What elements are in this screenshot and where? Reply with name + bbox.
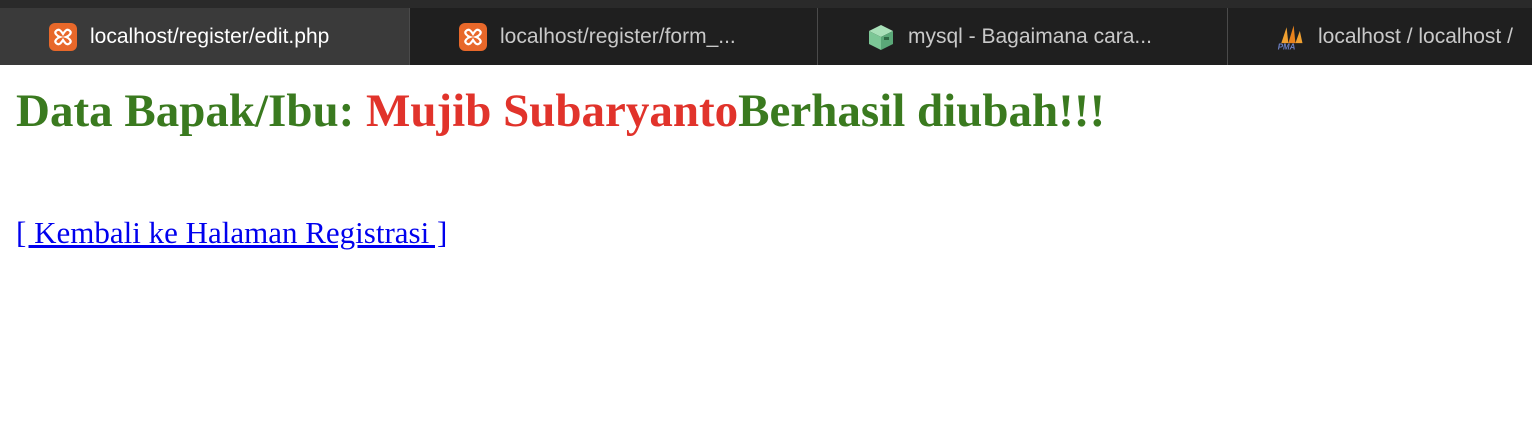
tab-edit-php[interactable]: localhost/register/edit.php [0,8,409,65]
xampp-icon [458,22,488,52]
tab-title: localhost/register/edit.php [90,24,330,48]
tab-title: localhost / localhost / [1318,24,1513,48]
page-content: Data Bapak/Ibu: Mujib SubaryantoBerhasil… [0,85,1532,251]
tab-phpmyadmin[interactable]: PMA localhost / localhost / [1227,8,1532,65]
box-icon [866,22,896,52]
message-suffix: Berhasil diubah!!! [738,85,1106,137]
person-name: Mujib Subaryanto [366,85,739,137]
xampp-icon [48,22,78,52]
phpmyadmin-icon: PMA [1276,22,1306,52]
message-prefix: Data Bapak/Ibu: [16,85,366,137]
tab-title: mysql - Bagaimana cara... [908,24,1152,48]
svg-text:PMA: PMA [1278,42,1296,51]
browser-tab-bar: localhost/register/edit.php localhost/re… [0,0,1532,65]
back-to-registration-link[interactable]: [ Kembali ke Halaman Registrasi ] [16,215,447,251]
tab-form[interactable]: localhost/register/form_... [409,8,817,65]
tab-mysql-question[interactable]: mysql - Bagaimana cara... [817,8,1227,65]
tab-title: localhost/register/form_... [500,24,736,48]
success-message: Data Bapak/Ibu: Mujib SubaryantoBerhasil… [16,85,1516,137]
